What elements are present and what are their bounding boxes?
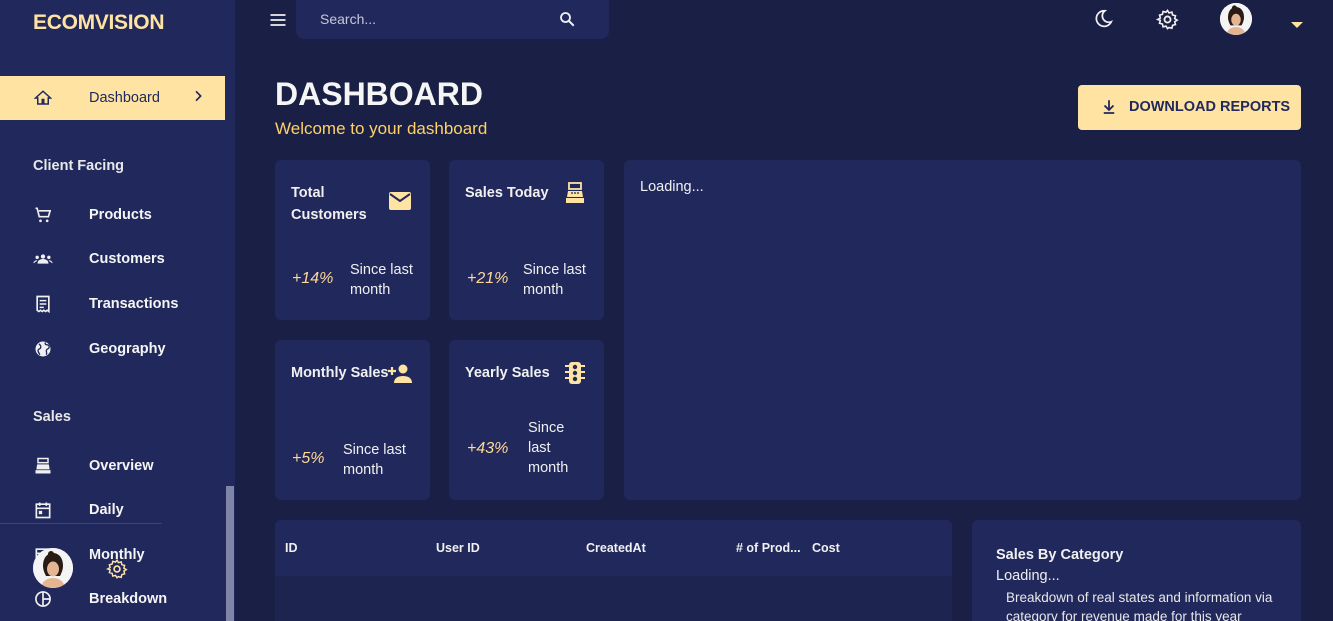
brand-logo[interactable]: ECOMVISION xyxy=(33,11,164,35)
sidebar-item-label: Transactions xyxy=(89,296,179,312)
stat-card-sales-today: Sales Today +21% Since last month xyxy=(449,160,604,320)
email-icon xyxy=(388,191,412,216)
search-bar xyxy=(296,0,609,39)
stat-increase: +14% xyxy=(292,270,334,287)
menu-icon[interactable] xyxy=(268,10,288,35)
sidebar-divider xyxy=(0,523,162,524)
search-icon[interactable] xyxy=(558,10,576,33)
column-header-user-id[interactable]: User ID xyxy=(436,541,480,555)
stat-card-total-customers: Total Customers +14% Since last month xyxy=(275,160,430,320)
page-title: DASHBOARD xyxy=(275,76,483,112)
column-header-created-at[interactable]: CreatedAt xyxy=(586,541,646,555)
stat-since: Since last month xyxy=(350,262,413,298)
traffic-icon xyxy=(564,361,586,390)
stat-title: Monthly Sales xyxy=(291,365,389,381)
chevron-right-icon xyxy=(190,88,206,109)
stat-title: Sales Today xyxy=(465,185,549,201)
sidebar-item-label: Overview xyxy=(89,458,154,474)
loading-text: Loading... xyxy=(996,568,1060,584)
transactions-grid: ID User ID CreatedAt # of Prod... Cost xyxy=(275,520,952,621)
loading-text: Loading... xyxy=(640,179,704,195)
overview-chart-panel: Loading... xyxy=(624,160,1301,500)
settings-icon[interactable] xyxy=(106,558,128,585)
receipt-icon xyxy=(33,294,53,314)
sidebar-item-geography[interactable]: Geography xyxy=(0,327,225,371)
sales-by-category-panel: Sales By Category Loading... Breakdown o… xyxy=(972,520,1301,621)
calendar-icon xyxy=(33,500,53,520)
page-subtitle: Welcome to your dashboard xyxy=(275,119,488,138)
stat-increase: +43% xyxy=(467,440,509,457)
sidebar-item-daily[interactable]: Daily xyxy=(0,488,225,532)
sidebar-item-label: Daily xyxy=(89,502,124,518)
grid-header: ID User ID CreatedAt # of Prod... Cost xyxy=(275,520,952,576)
stat-card-yearly-sales: Yearly Sales +43% Since last month xyxy=(449,340,604,500)
avatar[interactable] xyxy=(1220,3,1252,35)
download-reports-button[interactable]: DOWNLOAD REPORTS xyxy=(1078,85,1301,130)
search-input[interactable] xyxy=(320,10,560,28)
caret-down-icon[interactable] xyxy=(1290,16,1304,34)
stat-since: Since last month xyxy=(528,420,569,476)
globe-icon xyxy=(33,339,53,359)
stat-increase: +5% xyxy=(292,450,325,467)
stat-title: Yearly Sales xyxy=(465,365,550,381)
sidebar-item-transactions[interactable]: Transactions xyxy=(0,282,225,326)
dark-mode-icon[interactable] xyxy=(1092,8,1114,35)
stat-card-monthly-sales: Monthly Sales +5% Since last month xyxy=(275,340,430,500)
sidebar-item-label: Customers xyxy=(89,251,165,267)
sidebar-item-products[interactable]: Products xyxy=(0,193,225,237)
sidebar-item-customers[interactable]: Customers xyxy=(0,237,225,281)
download-icon xyxy=(1100,98,1118,120)
sidebar-scrollbar[interactable] xyxy=(226,486,234,621)
sidebar-item-label: Geography xyxy=(89,341,166,357)
column-header-products[interactable]: # of Prod... xyxy=(736,541,801,555)
home-icon xyxy=(33,88,53,108)
point-of-sale-icon xyxy=(33,456,53,476)
pie-chart-icon xyxy=(33,589,53,609)
section-title-client-facing: Client Facing xyxy=(33,158,125,174)
settings-icon[interactable] xyxy=(1155,8,1179,36)
stat-increase: +21% xyxy=(467,270,509,287)
column-header-cost[interactable]: Cost xyxy=(812,541,840,555)
stat-since: Since last month xyxy=(523,262,586,298)
cart-icon xyxy=(33,205,53,225)
panel-description: Breakdown of real states and information… xyxy=(1006,590,1273,621)
point-of-sale-icon xyxy=(563,181,587,210)
section-title-sales: Sales xyxy=(33,409,71,425)
sidebar-avatar[interactable] xyxy=(33,548,73,588)
stat-title: Total Customers xyxy=(291,185,367,223)
sidebar: ECOMVISION Dashboard Client Facing Produ… xyxy=(0,0,235,621)
sidebar-item-overview[interactable]: Overview xyxy=(0,444,225,488)
column-header-id[interactable]: ID xyxy=(285,541,298,555)
person-add-icon xyxy=(387,362,413,389)
sidebar-item-label: Products xyxy=(89,207,152,223)
sidebar-item-dashboard[interactable]: Dashboard xyxy=(0,76,225,120)
sidebar-item-label: Dashboard xyxy=(89,90,160,106)
panel-title: Sales By Category xyxy=(996,547,1124,563)
sidebar-item-label: Breakdown xyxy=(89,591,168,607)
groups-icon xyxy=(33,249,53,269)
download-reports-label: DOWNLOAD REPORTS xyxy=(1129,99,1291,115)
stat-since: Since last month xyxy=(343,442,406,478)
